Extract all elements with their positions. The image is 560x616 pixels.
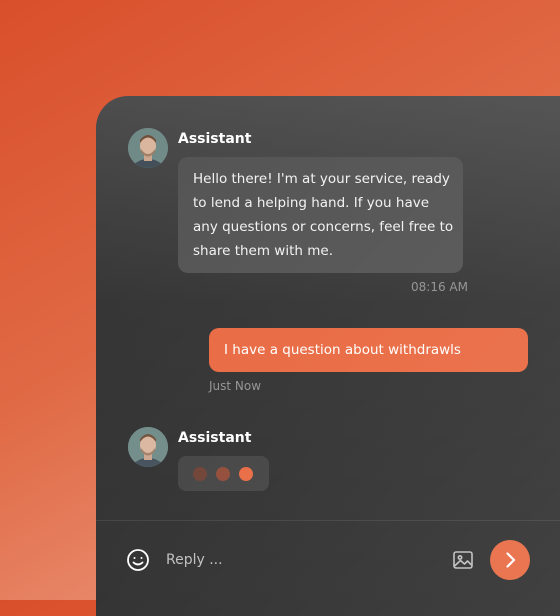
sender-name: Assistant	[178, 131, 252, 147]
composer-divider	[96, 520, 560, 521]
smiley-icon[interactable]	[126, 548, 150, 572]
assistant-message-text: Hello there! I'm at your service, ready …	[193, 171, 454, 259]
typing-indicator	[178, 456, 269, 491]
assistant-message-bubble: Hello there! I'm at your service, ready …	[178, 157, 463, 273]
chat-panel: Assistant Hello there! I'm at your servi…	[96, 96, 560, 616]
typing-dot	[216, 467, 230, 481]
message-timestamp: Just Now	[209, 379, 262, 393]
sender-name: Assistant	[178, 430, 252, 446]
chevron-right-icon	[506, 552, 516, 568]
image-icon[interactable]	[451, 548, 475, 572]
message-timestamp: 08:16 AM	[411, 280, 468, 294]
typing-dot	[193, 467, 207, 481]
assistant-avatar	[128, 427, 168, 467]
send-button[interactable]	[490, 540, 530, 580]
reply-input[interactable]	[166, 548, 426, 572]
user-message-bubble: I have a question about withdrawls	[209, 328, 528, 372]
typing-dot	[239, 467, 253, 481]
assistant-avatar	[128, 128, 168, 168]
